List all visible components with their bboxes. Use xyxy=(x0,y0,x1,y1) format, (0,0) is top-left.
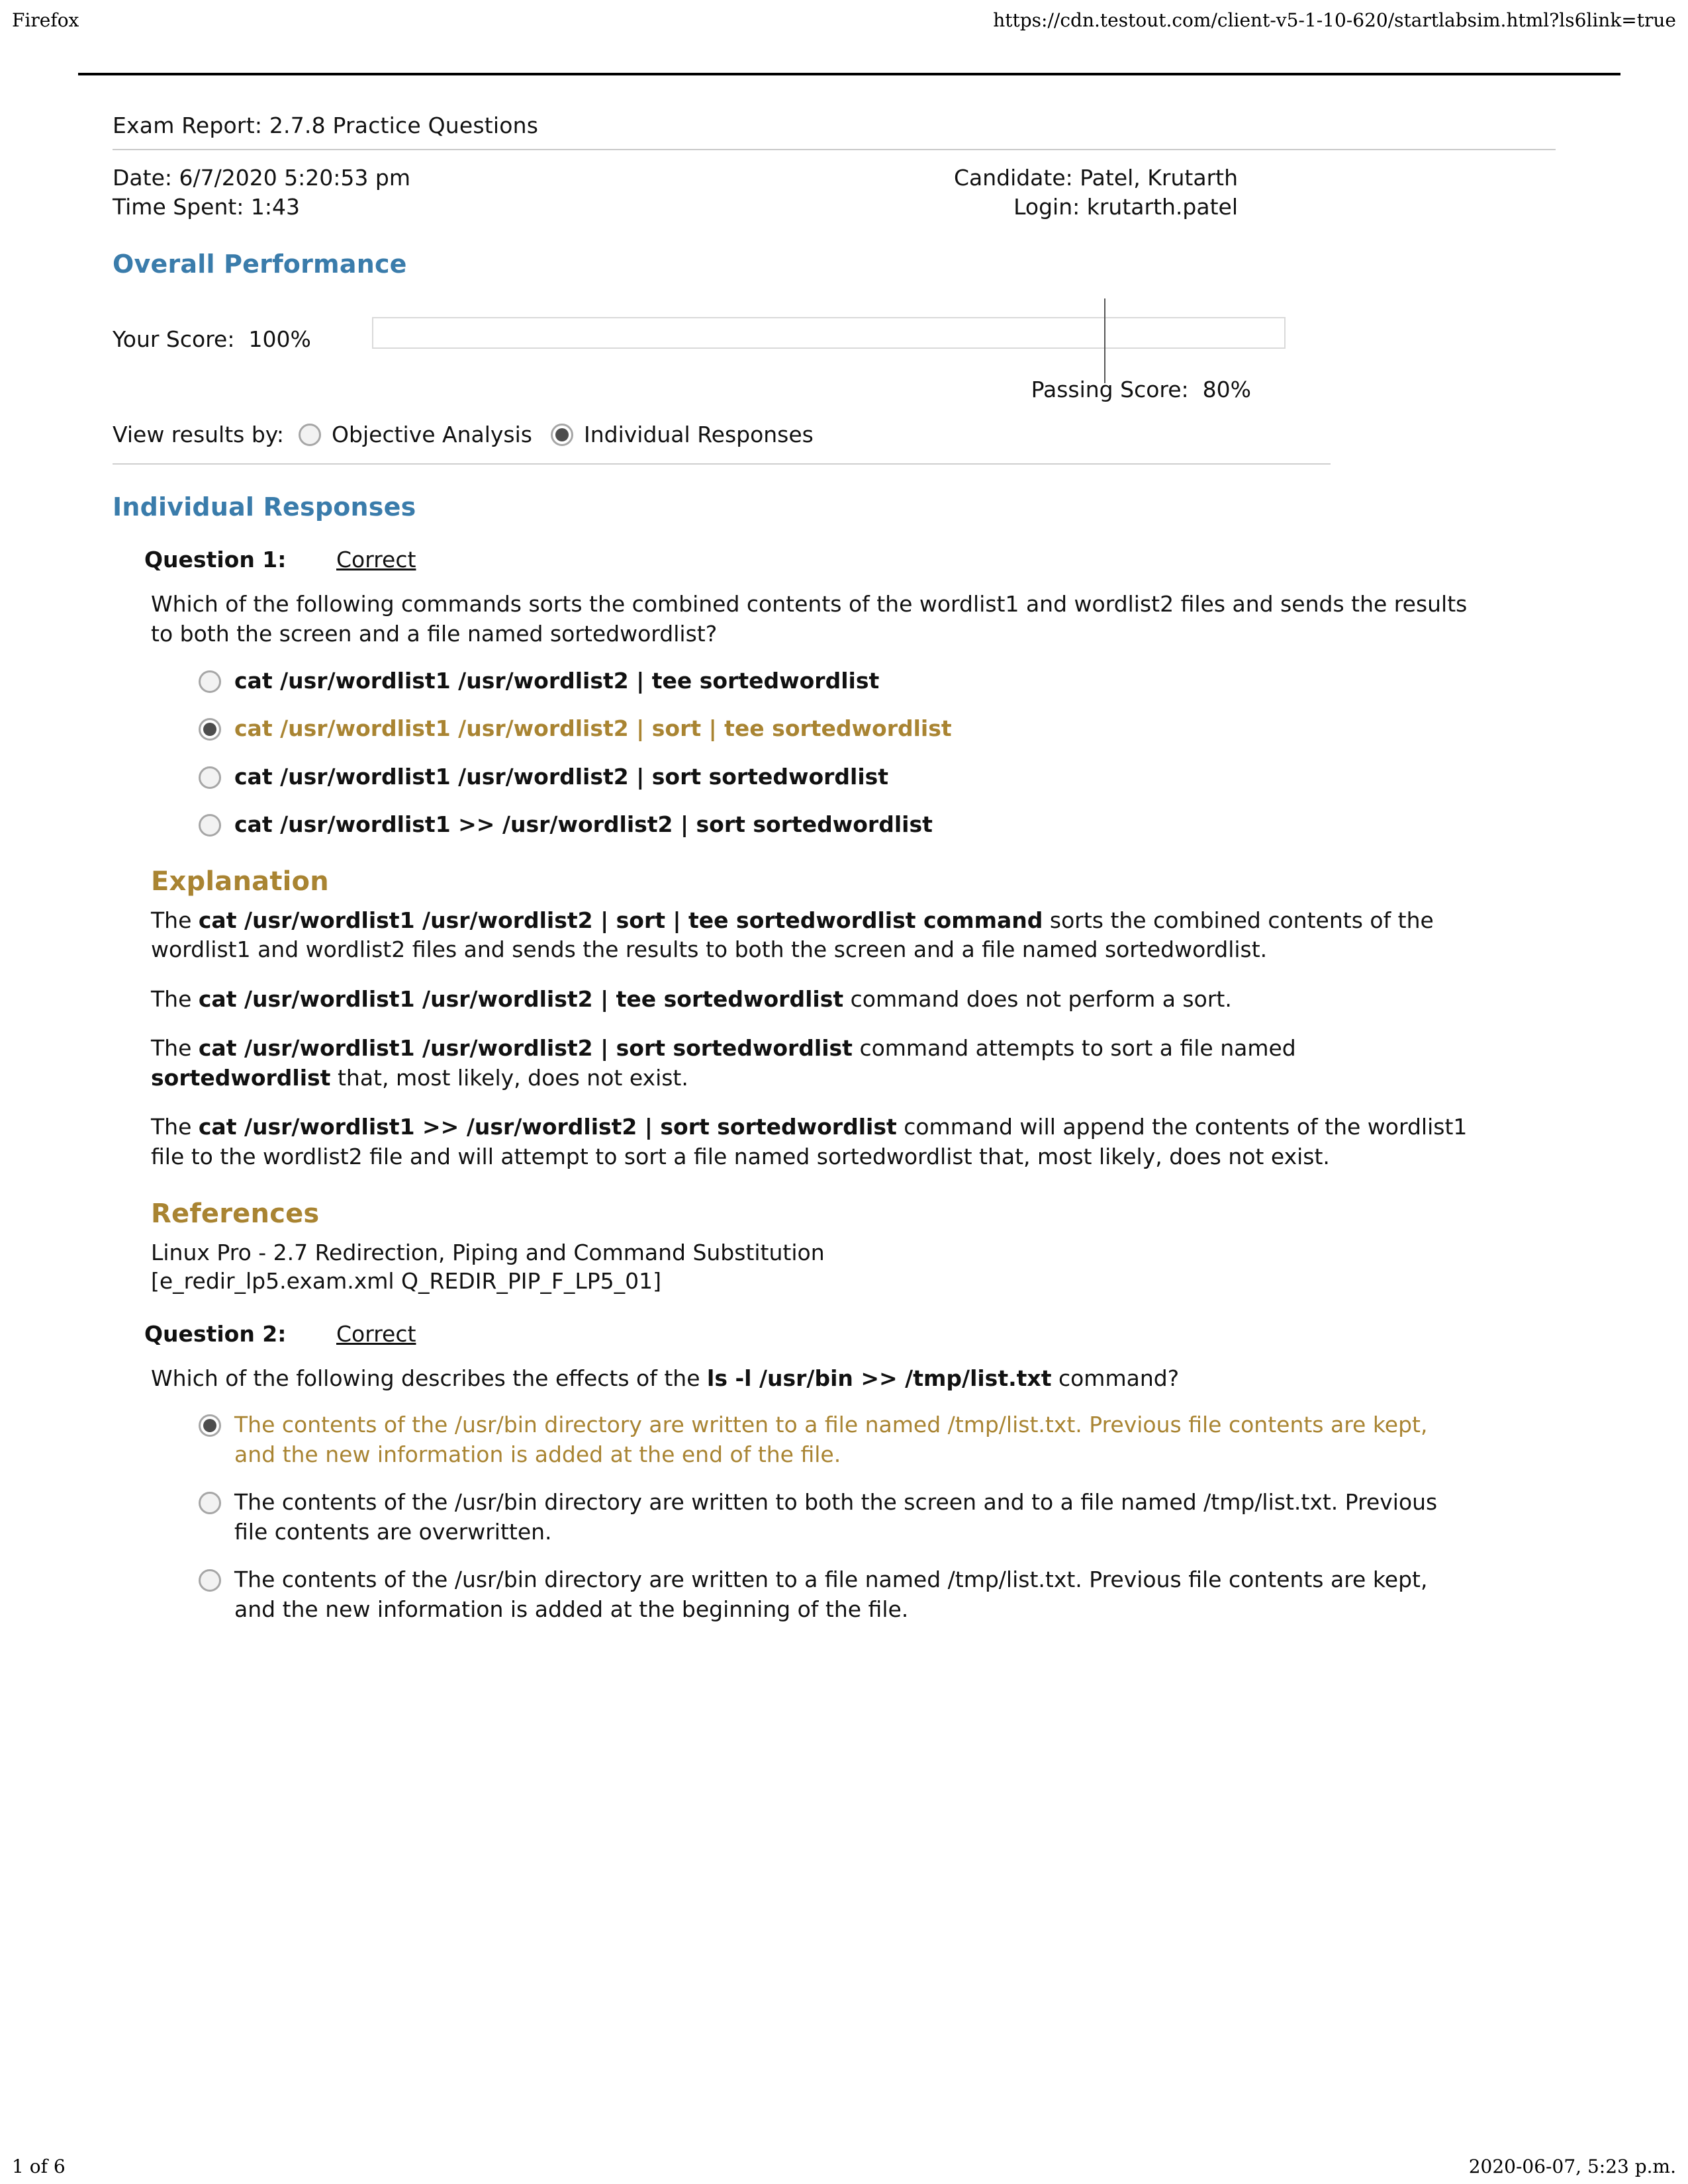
explanation-paragraph: The cat /usr/wordlist1 /usr/wordlist2 | … xyxy=(151,1035,1296,1091)
answer-label: cat /usr/wordlist1 >> /usr/wordlist2 | s… xyxy=(234,811,933,838)
radio-icon-answer[interactable] xyxy=(199,670,221,693)
browser-app-name: Firefox xyxy=(12,9,79,31)
explanation-paragraph: The cat /usr/wordlist1 >> /usr/wordlist2… xyxy=(151,1114,1468,1169)
print-footer: 1 of 6 2020-06-07, 5:23 p.m. xyxy=(0,2156,1688,2177)
question-1-header: Question 1: Correct xyxy=(144,547,1569,572)
footer-page-number: 1 of 6 xyxy=(12,2156,66,2177)
page-url: https://cdn.testout.com/client-v5-1-10-6… xyxy=(993,9,1676,31)
answer-label: cat /usr/wordlist1 /usr/wordlist2 | sort… xyxy=(234,715,952,742)
explanation-paragraph: The cat /usr/wordlist1 /usr/wordlist2 | … xyxy=(151,985,1232,1012)
question-block-2: Question 2: Correct Which of the followi… xyxy=(113,1321,1569,1625)
explanation-heading: Explanation xyxy=(151,866,329,897)
answer-label: The contents of the /usr/bin directory a… xyxy=(234,1489,1438,1545)
question-2-number: Question 2: xyxy=(144,1320,287,1347)
radio-icon-answer[interactable] xyxy=(199,766,221,789)
page-title: Exam Report: 2.7.8 Practice Questions xyxy=(113,113,539,138)
question-1-number: Question 1: xyxy=(144,547,287,573)
radio-icon-answer[interactable] xyxy=(199,814,221,837)
radio-icon-objective-analysis[interactable] xyxy=(299,423,322,446)
login-name: Login: krutarth.patel xyxy=(1013,194,1238,220)
overall-performance-heading: Overall Performance xyxy=(113,250,407,279)
candidate-name: Candidate: Patel, Krutarth xyxy=(953,165,1238,191)
explanation-paragraph: The cat /usr/wordlist1 /usr/wordlist2 | … xyxy=(151,907,1434,963)
question-block-1: Question 1: Correct Which of the followi… xyxy=(113,547,1569,1295)
answer-label: cat /usr/wordlist1 /usr/wordlist2 | tee … xyxy=(234,667,880,694)
radio-icon-answer[interactable] xyxy=(199,1569,221,1592)
score-bar-fill xyxy=(373,318,1284,348)
question-1-explanation: Explanation The cat /usr/wordlist1 /usr/… xyxy=(151,866,1468,1296)
radio-icon-individual-responses[interactable] xyxy=(550,423,573,446)
report-meta: Date: 6/7/2020 5:20:53 pm Candidate: Pat… xyxy=(113,163,1238,222)
your-score-label: Your Score: 100% xyxy=(113,326,311,353)
radio-objective-analysis[interactable]: Objective Analysis xyxy=(299,422,532,447)
score-bar-track xyxy=(372,317,1286,349)
answer-option[interactable]: The contents of the /usr/bin directory a… xyxy=(199,1488,1456,1547)
view-results-divider xyxy=(113,463,1331,465)
question-2-answers: The contents of the /usr/bin directory a… xyxy=(199,1410,1456,1624)
print-header: Firefox https://cdn.testout.com/client-v… xyxy=(0,0,1688,46)
question-1-result[interactable]: Correct xyxy=(336,547,416,572)
radio-label-individual-responses: Individual Responses xyxy=(583,422,814,448)
radio-icon-answer[interactable] xyxy=(199,1414,221,1437)
passing-score-label: Passing Score: 80% xyxy=(1031,377,1251,403)
answer-label: cat /usr/wordlist1 /usr/wordlist2 | sort… xyxy=(234,763,889,790)
question-1-answers: cat /usr/wordlist1 /usr/wordlist2 | tee … xyxy=(199,666,1456,840)
references-heading: References xyxy=(151,1198,320,1229)
view-results-by-row: View results by: Objective Analysis Indi… xyxy=(113,422,1569,447)
report-content: Exam Report: 2.7.8 Practice Questions Da… xyxy=(113,113,1569,1643)
title-divider xyxy=(113,149,1556,150)
individual-responses-heading: Individual Responses xyxy=(113,492,416,522)
radio-icon-answer[interactable] xyxy=(199,718,221,741)
footer-timestamp: 2020-06-07, 5:23 p.m. xyxy=(1468,2156,1676,2177)
header-divider xyxy=(78,73,1620,75)
radio-label-objective-analysis: Objective Analysis xyxy=(332,422,532,448)
answer-option[interactable]: cat /usr/wordlist1 /usr/wordlist2 | sort… xyxy=(199,714,1456,744)
score-chart: Your Score: 100% Passing Score: 80% xyxy=(113,298,1556,402)
question-2-header: Question 2: Correct xyxy=(144,1321,1569,1347)
view-results-by-label: View results by: xyxy=(113,422,285,448)
answer-option[interactable]: cat /usr/wordlist1 /usr/wordlist2 | sort… xyxy=(199,762,1456,792)
answer-option[interactable]: cat /usr/wordlist1 >> /usr/wordlist2 | s… xyxy=(199,810,1456,840)
answer-option[interactable]: The contents of the /usr/bin directory a… xyxy=(199,1565,1456,1624)
meta-row-time: Time Spent: 1:43 Login: krutarth.patel xyxy=(113,193,1238,222)
question-2-result[interactable]: Correct xyxy=(336,1321,416,1347)
meta-row-date: Date: 6/7/2020 5:20:53 pm Candidate: Pat… xyxy=(113,163,1238,193)
radio-individual-responses[interactable]: Individual Responses xyxy=(550,422,814,448)
answer-label: The contents of the /usr/bin directory a… xyxy=(234,1412,1428,1467)
reference-line: [e_redir_lp5.exam.xml Q_REDIR_PIP_F_LP5_… xyxy=(151,1268,662,1295)
time-spent: Time Spent: 1:43 xyxy=(113,194,301,220)
reference-line: Linux Pro - 2.7 Redirection, Piping and … xyxy=(151,1239,825,1265)
answer-option[interactable]: The contents of the /usr/bin directory a… xyxy=(199,1410,1456,1469)
question-1-prompt: Which of the following commands sorts th… xyxy=(151,591,1468,647)
exam-date: Date: 6/7/2020 5:20:53 pm xyxy=(113,165,410,191)
question-2-prompt: Which of the following describes the eff… xyxy=(151,1365,1180,1391)
radio-icon-answer[interactable] xyxy=(199,1492,221,1515)
answer-option[interactable]: cat /usr/wordlist1 /usr/wordlist2 | tee … xyxy=(199,666,1456,696)
answer-label: The contents of the /usr/bin directory a… xyxy=(234,1567,1428,1622)
passing-score-marker xyxy=(1104,298,1105,384)
